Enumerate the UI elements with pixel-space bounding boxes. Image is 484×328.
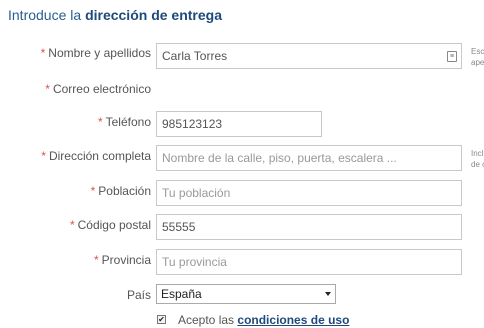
postal-input[interactable]: 55555	[156, 214, 462, 240]
checkmark-icon: ✔	[158, 315, 165, 324]
required-mark: *	[41, 149, 46, 163]
page-title: Introduce la dirección de entrega	[8, 7, 222, 23]
required-mark: *	[93, 253, 99, 267]
terms-prefix: Acepto las	[178, 313, 235, 327]
address-input[interactable]: Nombre de la calle, piso, puerta, escale…	[156, 145, 462, 171]
address-label: * Dirección completa	[41, 149, 151, 163]
address-hint: Inclde c	[471, 149, 484, 169]
city-input[interactable]: Tu población	[156, 180, 462, 206]
postal-label: * Código postal	[69, 218, 151, 232]
name-input[interactable]: Carla Torres ≡	[156, 43, 462, 69]
required-mark: *	[40, 46, 46, 60]
terms-link[interactable]: condiciones de uso	[237, 313, 349, 327]
city-placeholder: Tu población	[162, 186, 231, 200]
province-label: * Provincia	[93, 253, 151, 267]
country-label: País	[126, 288, 151, 302]
name-hint: Esc ape	[471, 47, 484, 67]
required-mark: *	[97, 115, 103, 129]
title-strong: dirección de entrega	[85, 7, 222, 23]
name-label: * Nombre y apellidos	[40, 46, 151, 60]
address-placeholder: Nombre de la calle, piso, puerta, escale…	[162, 151, 397, 165]
province-input[interactable]: Tu provincia	[156, 249, 462, 275]
required-mark: *	[45, 82, 50, 96]
dropdown-arrow-icon	[325, 292, 331, 296]
required-mark: *	[90, 184, 96, 198]
terms-text: Acepto las condiciones de uso	[178, 313, 349, 327]
province-placeholder: Tu provincia	[162, 255, 227, 269]
name-value: Carla Torres	[162, 49, 228, 63]
city-label: * Población	[90, 184, 151, 198]
required-mark: *	[69, 218, 75, 232]
phone-label: * Teléfono	[97, 115, 151, 129]
contact-card-icon[interactable]: ≡	[447, 51, 457, 62]
country-select[interactable]: España	[156, 284, 336, 304]
title-prefix: Introduce la	[8, 7, 82, 23]
phone-value: 985123123	[162, 117, 223, 131]
phone-input[interactable]: 985123123	[156, 111, 322, 137]
terms-checkbox[interactable]: ✔	[157, 315, 166, 324]
country-selected: España	[161, 287, 202, 301]
postal-value: 55555	[162, 220, 196, 234]
email-label: * Correo electrónico	[45, 82, 151, 96]
